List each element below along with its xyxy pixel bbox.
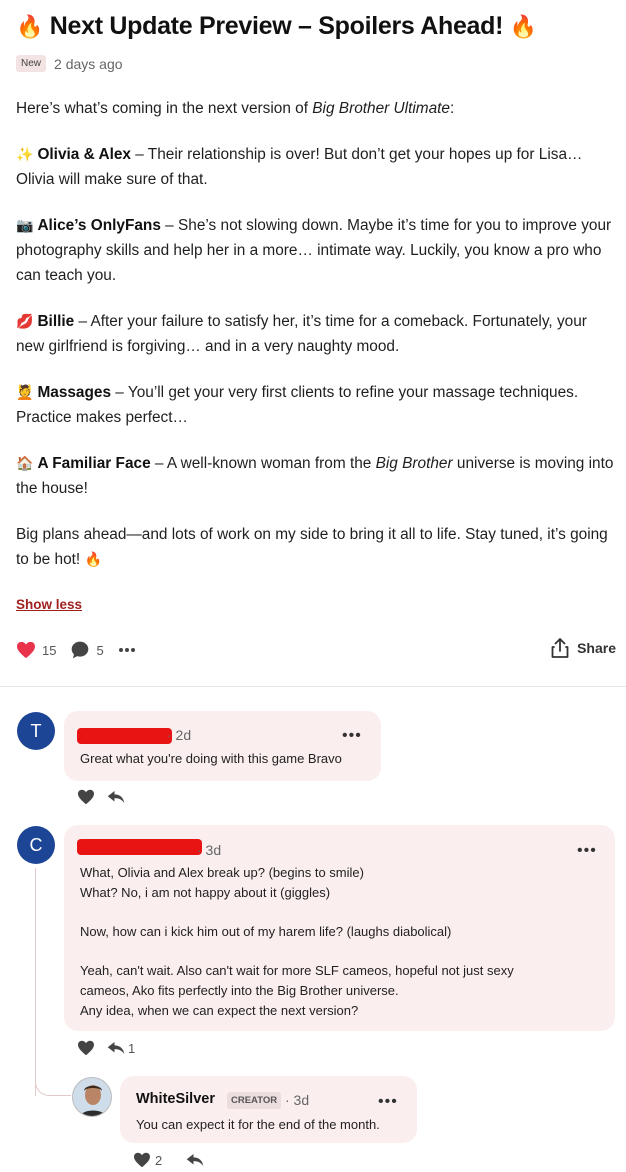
comment-line: Any idea, when we can expect the next ve… <box>80 1002 359 1018</box>
section-heading: A Familiar Face <box>37 455 151 472</box>
camera-icon: 📷 <box>16 217 34 233</box>
massage-icon: 💆 <box>16 384 34 400</box>
section-heading: Olivia & Alex <box>37 146 131 163</box>
section-text: – A well-known woman from the <box>150 455 376 472</box>
comments-divider <box>0 686 626 687</box>
reply-button[interactable]: 1 <box>107 1040 147 1056</box>
avatar[interactable]: T <box>17 712 55 750</box>
thread-connector <box>35 1076 71 1096</box>
comment-line: What, Olivia and Alex break up? (begins … <box>80 865 364 880</box>
share-label: Share <box>577 640 616 656</box>
more-options-icon[interactable]: ••• <box>577 843 597 859</box>
comment-line-gap <box>80 902 514 922</box>
post-section: 💋 Billie – After your failure to satisfy … <box>16 309 616 359</box>
comment-date: · 3d <box>285 1092 310 1108</box>
section-heading: Alice’s OnlyFans <box>37 217 161 234</box>
sparkles-icon: ✨ <box>16 146 34 162</box>
post-body: Here’s what’s coming in the next version… <box>16 96 616 593</box>
reply-icon <box>186 1154 204 1166</box>
post-actions: 15 5 Share <box>16 638 616 662</box>
reply-icon <box>107 1042 125 1054</box>
closing-text: Big plans ahead—and lots of work on my s… <box>16 526 608 568</box>
reply-icon <box>107 791 125 803</box>
post-title-text: Next Update Preview – Spoilers Ahead! <box>49 12 504 40</box>
comment-text: Great what you're doing with this game B… <box>80 751 342 766</box>
reply-actions: 2 <box>133 1152 216 1168</box>
comment-line: Yeah, can't wait. Also can't wait for mo… <box>80 963 514 979</box>
reply-button[interactable] <box>186 1152 204 1168</box>
creator-portrait-icon <box>73 1078 111 1116</box>
comment-text: What, Olivia and Alex break up? (begins … <box>80 863 514 1021</box>
new-badge: New <box>16 55 47 72</box>
section-italic: Big Brother <box>375 455 453 472</box>
redacted-username <box>77 839 202 855</box>
more-horizontal-icon <box>118 648 135 652</box>
like-button[interactable] <box>77 1040 95 1056</box>
like-button[interactable]: 2 <box>133 1152 174 1168</box>
like-count: 15 <box>42 642 57 658</box>
heart-icon <box>17 641 35 659</box>
show-less-link[interactable]: Show less <box>16 597 82 612</box>
comment-bubble: · 2d ••• Great what you're doing with th… <box>64 711 381 781</box>
game-title: Big Brother Ultimate <box>312 100 450 117</box>
post-title: 🔥 Next Update Preview – Spoilers Ahead! … <box>16 12 616 41</box>
comment-bubble-icon <box>72 641 89 659</box>
post-meta: New 2 days ago <box>16 55 123 72</box>
post-section: 📷 Alice’s OnlyFans – She’s not slowing do… <box>16 213 616 288</box>
creator-badge: CREATOR <box>227 1092 282 1109</box>
intro-text: Here’s what’s coming in the next version… <box>16 100 313 117</box>
fire-icon: 🔥 <box>16 14 44 39</box>
post-closing: Big plans ahead—and lots of work on my s… <box>16 522 616 572</box>
reply-button[interactable] <box>107 789 125 805</box>
post-section: 💆 Massages – You’ll get your very first c… <box>16 380 616 430</box>
like-button[interactable] <box>77 789 95 805</box>
comment-line: Now, how can i kick him out of my harem … <box>80 924 452 940</box>
post-section: 🏠 A Familiar Face – A well-known woman fr… <box>16 451 616 501</box>
house-icon: 🏠 <box>16 455 34 471</box>
post-intro: Here’s what’s coming in the next version… <box>16 96 616 121</box>
comment-actions: 1 <box>77 1040 159 1056</box>
post-date: 2 days ago <box>54 55 123 72</box>
redacted-username <box>77 728 172 744</box>
post-section: ✨ Olivia & Alex – Their relationship is o… <box>16 142 616 192</box>
fire-icon: 🔥 <box>84 551 102 567</box>
section-text: – After your failure to satisfy her, it’… <box>16 313 587 355</box>
reply-text: You can expect it for the end of the mon… <box>136 1117 380 1132</box>
reply-bubble: WhiteSilver CREATOR · 3d ••• You can exp… <box>120 1076 417 1143</box>
like-count: 2 <box>155 1152 163 1168</box>
intro-colon: : <box>450 100 455 117</box>
comment-bubble: · 3d ••• What, Olivia and Alex break up?… <box>64 825 615 1031</box>
more-options-button[interactable] <box>118 647 142 653</box>
comment-line-gap <box>80 942 514 962</box>
comment-line: cameos, Ako fits perfectly into the Big … <box>80 983 399 999</box>
comment-actions <box>77 789 137 805</box>
share-icon <box>551 638 569 658</box>
comment-count: 5 <box>96 642 104 658</box>
comment-button[interactable]: 5 <box>70 640 104 660</box>
reply-count: 1 <box>128 1040 136 1056</box>
heart-icon <box>78 1040 94 1056</box>
creator-name[interactable]: WhiteSilver <box>136 1091 215 1107</box>
section-heading: Billie <box>37 313 75 330</box>
like-button[interactable]: 15 <box>16 641 56 659</box>
share-button[interactable]: Share <box>551 638 616 658</box>
thread-line <box>35 868 36 1096</box>
lips-icon: 💋 <box>16 313 34 329</box>
heart-icon <box>78 789 94 805</box>
creator-avatar[interactable] <box>72 1077 112 1117</box>
comment-date: · 3d <box>197 842 222 858</box>
section-heading: Massages <box>37 384 112 401</box>
heart-icon <box>134 1152 150 1168</box>
fire-icon: 🔥 <box>509 14 537 39</box>
more-options-icon[interactable]: ••• <box>342 728 362 744</box>
comment-date: · 2d <box>167 727 192 743</box>
comment-line: What? No, i am not happy about it (giggl… <box>80 884 331 900</box>
avatar[interactable]: C <box>17 826 55 864</box>
more-options-icon[interactable]: ••• <box>378 1094 398 1110</box>
